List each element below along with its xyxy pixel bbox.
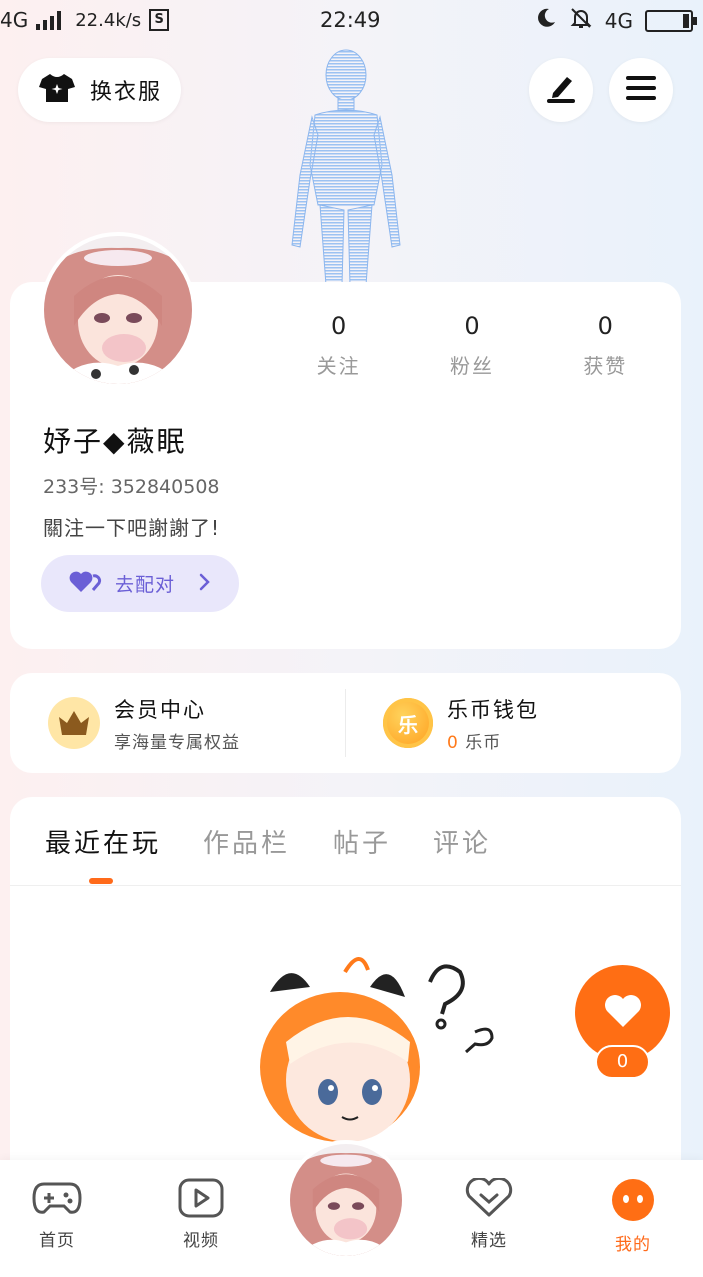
profile-avatar[interactable] — [40, 232, 196, 388]
status-bar: 4G 22.4k/s S 22:49 4G — [0, 0, 703, 44]
play-icon — [178, 1178, 224, 1222]
network-speed: 22.4k/s — [75, 9, 142, 31]
coin-wallet[interactable]: 乐 乐币钱包 0 乐币 — [345, 673, 680, 773]
stat-label: 粉丝 — [449, 354, 494, 378]
nav-home[interactable]: 首页 — [17, 1178, 97, 1251]
nav-mine-label: 我的 — [615, 1235, 651, 1255]
nav-mine[interactable]: 我的 — [593, 1178, 673, 1255]
heart-chevron-icon — [465, 1176, 513, 1222]
menu-icon — [625, 75, 657, 105]
heart-icon — [603, 993, 643, 1033]
wallet-unit: 乐币 — [465, 732, 502, 753]
bottom-nav: 首页 视频 精选 我的 — [0, 1140, 703, 1277]
shirt-icon — [38, 72, 76, 108]
nav-home-label: 首页 — [39, 1231, 75, 1251]
member-center[interactable]: 会员中心 享海量专属权益 — [10, 673, 345, 773]
coin-icon: 乐 — [383, 698, 433, 748]
stat-label: 获赞 — [583, 354, 628, 378]
tab-indicator — [89, 878, 113, 884]
hearts-icon — [69, 570, 103, 598]
user-id: 233号: 352840508 — [43, 476, 220, 498]
stat-followers[interactable]: 0 粉丝 — [405, 312, 538, 379]
tab-works[interactable]: 作品栏 — [203, 823, 290, 860]
avatar-hologram[interactable] — [270, 45, 420, 285]
nav-avatar-button[interactable] — [286, 1140, 406, 1260]
nav-avatar — [290, 1144, 402, 1256]
edit-button[interactable] — [529, 58, 593, 122]
wallet-amount: 0 — [447, 732, 459, 753]
member-subtitle: 享海量专属权益 — [114, 732, 240, 753]
stat-label: 关注 — [316, 354, 361, 378]
member-wallet-card: 会员中心 享海量专属权益 乐 乐币钱包 0 乐币 — [10, 673, 681, 773]
tab-recent[interactable]: 最近在玩 — [45, 823, 161, 860]
chevron-right-icon — [199, 573, 211, 595]
moon-icon — [535, 7, 557, 34]
network-type-right: 4G — [604, 8, 633, 33]
divider — [345, 689, 346, 757]
stat-value: 0 — [331, 312, 347, 340]
bio: 關注一下吧謝謝了! — [43, 516, 221, 540]
member-title: 会员中心 — [114, 697, 206, 722]
stat-value: 0 — [464, 312, 480, 340]
signal-icon — [36, 10, 62, 30]
mute-bell-icon — [569, 6, 593, 35]
nav-video[interactable]: 视频 — [161, 1178, 241, 1251]
stat-following[interactable]: 0 关注 — [272, 312, 405, 379]
tab-posts[interactable]: 帖子 — [333, 823, 391, 860]
stat-likes[interactable]: 0 获赞 — [539, 312, 672, 379]
crown-icon — [48, 697, 100, 749]
match-button[interactable]: 去配对 — [41, 555, 239, 612]
network-type: 4G — [0, 8, 29, 32]
tab-bar: 最近在玩 作品栏 帖子 评论 — [10, 797, 681, 886]
face-icon — [611, 1179, 655, 1226]
profile-stats: 0 关注 0 粉丝 0 获赞 — [272, 312, 672, 379]
nav-featured-label: 精选 — [471, 1231, 507, 1251]
nav-featured[interactable]: 精选 — [449, 1176, 529, 1251]
match-label: 去配对 — [115, 574, 176, 596]
nickname: 妤子◆薇眠 — [43, 425, 187, 458]
nav-video-label: 视频 — [183, 1231, 219, 1251]
change-outfit-label: 换衣服 — [90, 80, 163, 105]
tab-comments[interactable]: 评论 — [433, 823, 491, 860]
edit-icon — [545, 73, 577, 107]
battery-icon — [645, 9, 697, 32]
menu-button[interactable] — [609, 58, 673, 122]
s-badge: S — [149, 9, 170, 31]
clock: 22:49 — [320, 8, 381, 32]
wallet-title: 乐币钱包 — [447, 697, 539, 722]
stat-value: 0 — [597, 312, 613, 340]
change-outfit-button[interactable]: 换衣服 — [18, 58, 181, 122]
like-count: 0 — [595, 1045, 650, 1079]
gamepad-icon — [32, 1182, 82, 1222]
